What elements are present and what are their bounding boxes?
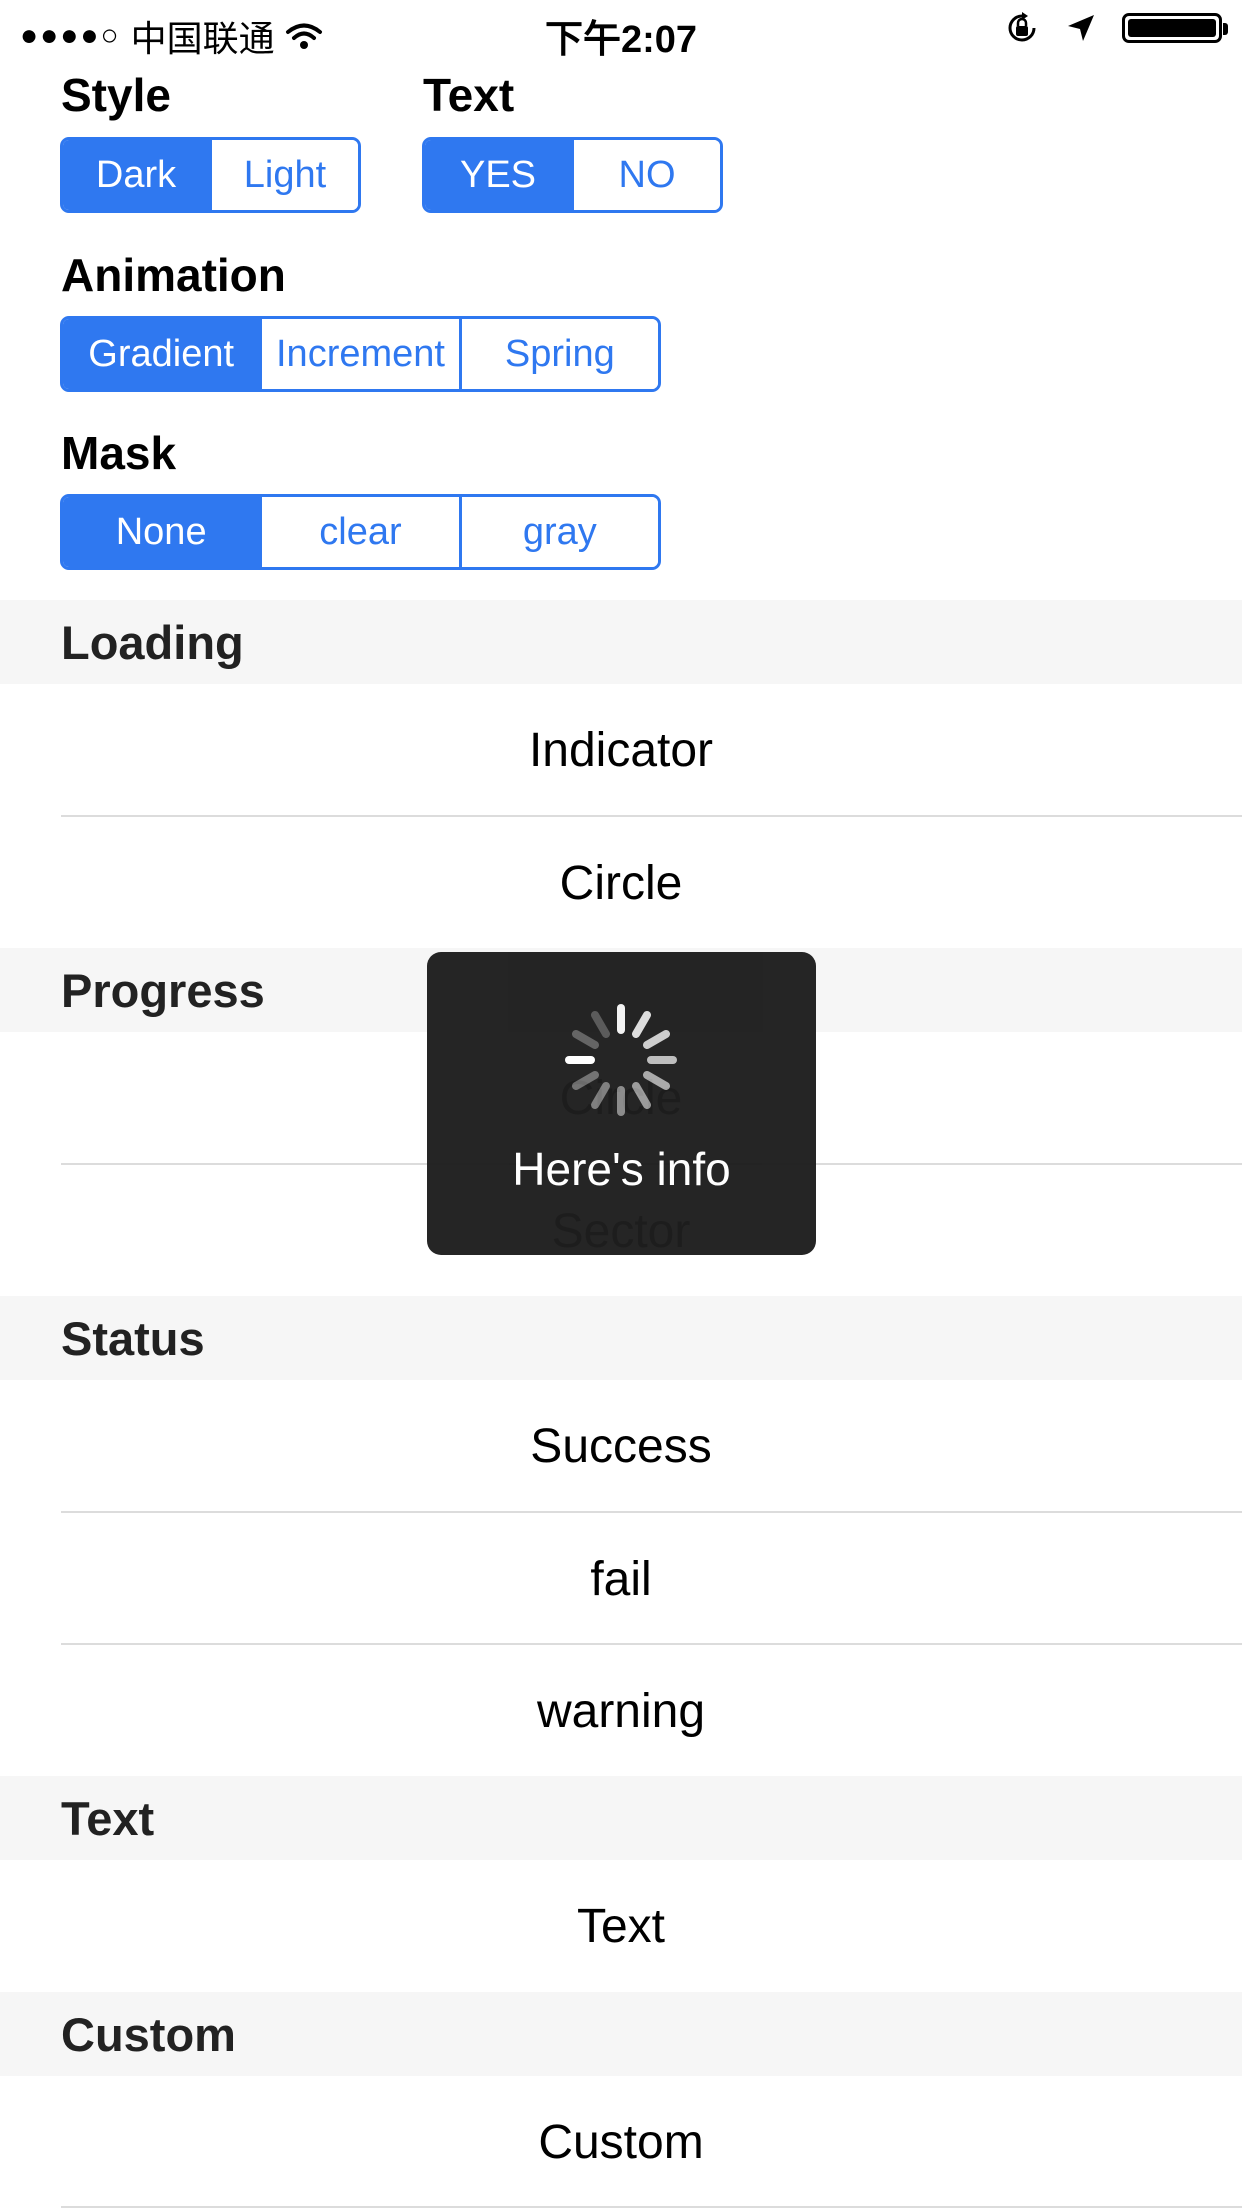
battery-icon xyxy=(1122,13,1228,43)
row-status-fail[interactable]: fail xyxy=(0,1513,1242,1645)
style-label: Style xyxy=(61,69,171,121)
text-segmented-control[interactable]: YES NO xyxy=(422,137,723,213)
status-icons xyxy=(1004,10,1228,46)
row-text-text[interactable]: Text xyxy=(0,1860,1242,1992)
mask-label: Mask xyxy=(61,427,177,479)
text-segment-no[interactable]: NO xyxy=(574,140,720,210)
status-bar: ●●●●○ 中国联通 下午2:07 xyxy=(0,0,1242,61)
section-header-status: Status xyxy=(0,1296,1242,1380)
animation-segment-spring[interactable]: Spring xyxy=(461,319,658,389)
section-header-loading: Loading xyxy=(0,600,1242,684)
hud-message: Here's info xyxy=(512,1143,731,1195)
mask-segment-gray[interactable]: gray xyxy=(461,497,658,567)
section-header-text: Text xyxy=(0,1776,1242,1860)
style-segment-dark[interactable]: Dark xyxy=(63,140,212,210)
animation-segment-gradient[interactable]: Gradient xyxy=(63,319,263,389)
row-custom-custom[interactable]: Custom xyxy=(0,2076,1242,2208)
text-segment-yes[interactable]: YES xyxy=(425,140,574,210)
mask-segmented-control[interactable]: None clear gray xyxy=(60,494,661,570)
section-header-custom: Custom xyxy=(0,1992,1242,2076)
row-status-warning[interactable]: warning xyxy=(0,1645,1242,1777)
mask-segment-none[interactable]: None xyxy=(63,497,263,567)
row-loading-indicator[interactable]: Indicator xyxy=(0,684,1242,816)
animation-label: Animation xyxy=(61,249,286,301)
mask-segment-clear[interactable]: clear xyxy=(262,497,462,567)
row-status-success[interactable]: Success xyxy=(0,1380,1242,1512)
text-label: Text xyxy=(423,69,515,121)
loading-spinner-icon xyxy=(561,1000,681,1120)
hud-overlay: Here's info xyxy=(427,952,816,1255)
animation-segmented-control[interactable]: Gradient Increment Spring xyxy=(60,316,661,392)
style-segmented-control[interactable]: Dark Light xyxy=(60,137,361,213)
animation-segment-increment[interactable]: Increment xyxy=(262,319,462,389)
style-segment-light[interactable]: Light xyxy=(212,140,358,210)
row-loading-circle[interactable]: Circle xyxy=(0,817,1242,949)
rotation-lock-icon xyxy=(1008,12,1036,42)
location-arrow-icon xyxy=(1068,15,1094,41)
